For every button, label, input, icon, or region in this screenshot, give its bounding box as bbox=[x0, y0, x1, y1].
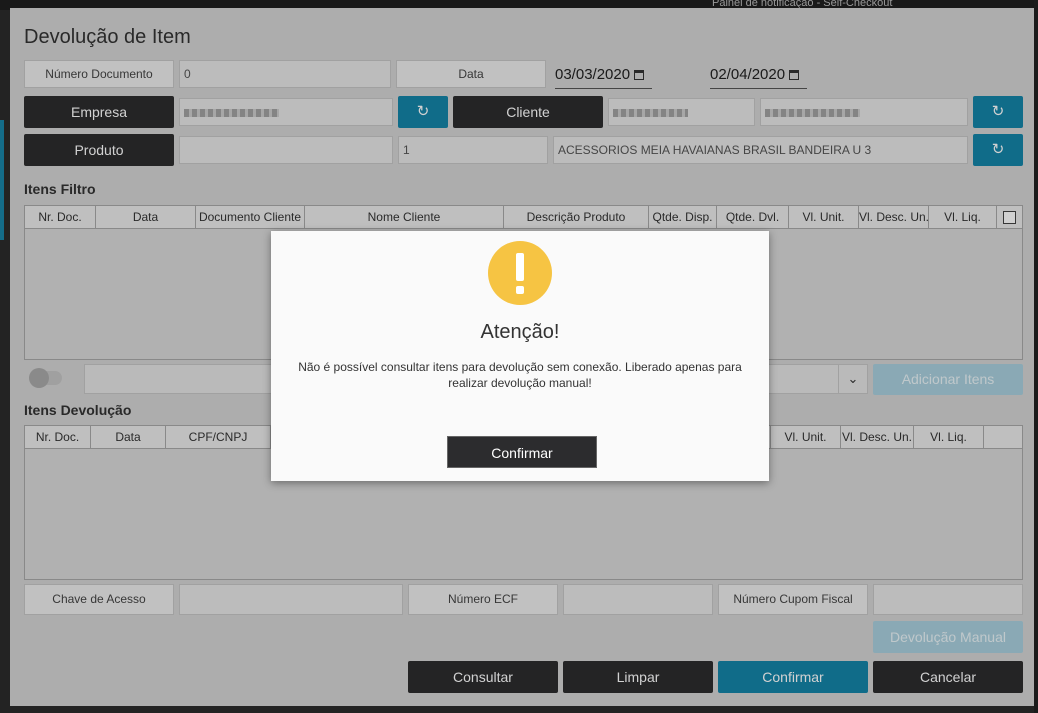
dialog-title: Atenção! bbox=[480, 321, 560, 343]
dialog-message-text: Não é possível consultar itens para devo… bbox=[298, 360, 742, 390]
warning-icon-dot bbox=[516, 286, 524, 294]
warning-icon bbox=[488, 241, 552, 305]
dialog-message: Não é possível consultar itens para devo… bbox=[271, 359, 769, 391]
dialog-confirm-button[interactable]: Confirmar bbox=[447, 436, 597, 468]
attention-dialog: Atenção! Não é possível consultar itens … bbox=[271, 231, 769, 481]
warning-icon-bar bbox=[516, 253, 524, 281]
